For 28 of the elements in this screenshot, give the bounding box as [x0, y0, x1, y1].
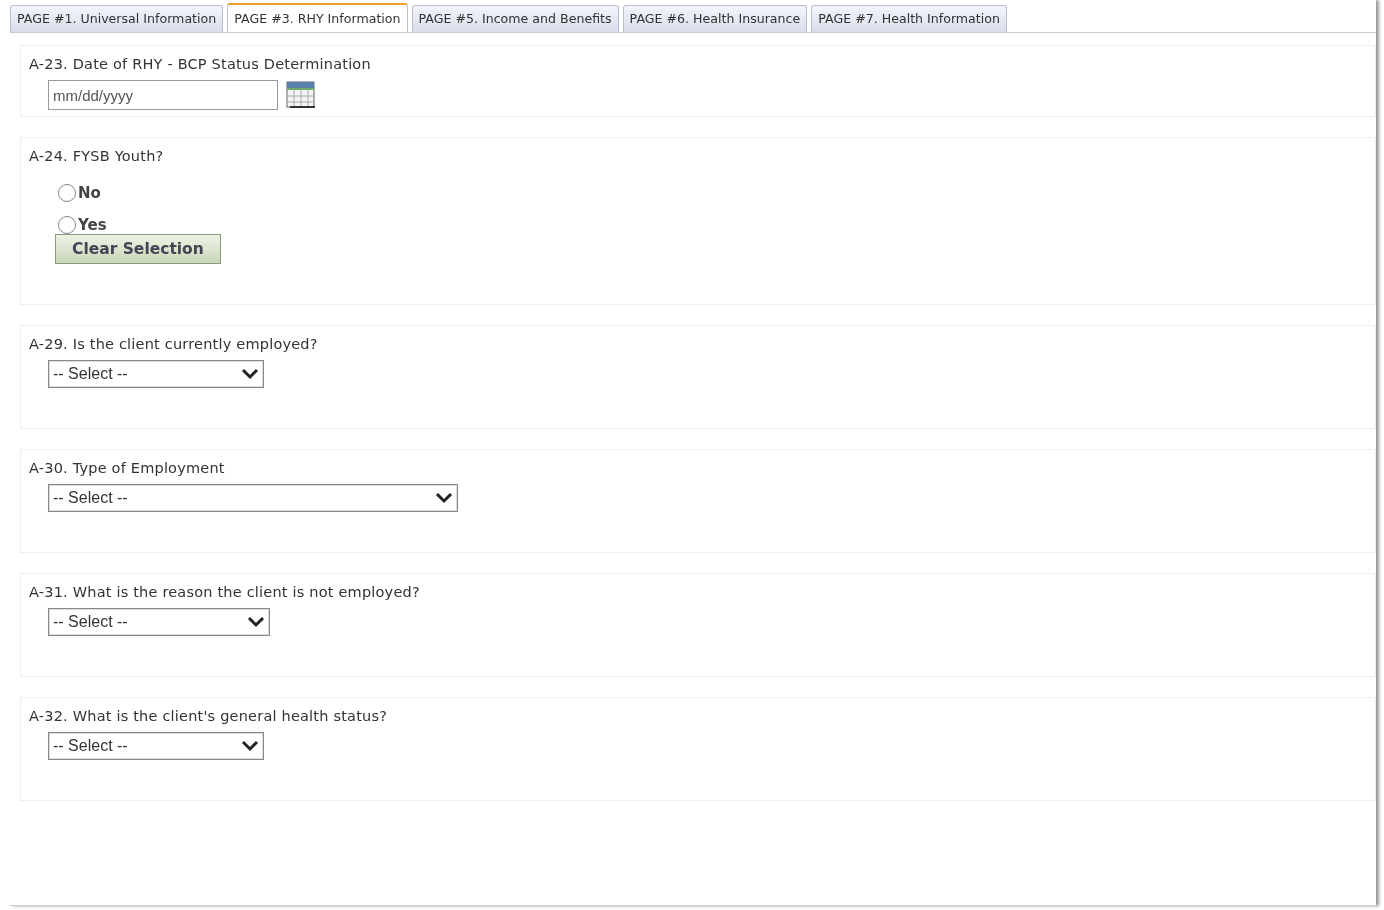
page-tab[interactable]: PAGE #6. Health Insurance: [622, 5, 808, 32]
radio-button[interactable]: [58, 184, 76, 202]
page-tab[interactable]: PAGE #5. Income and Benefits: [411, 5, 619, 32]
chevron-down-icon: [435, 492, 453, 504]
date-field[interactable]: mm/dd/yyyy: [48, 80, 278, 110]
calendar-icon[interactable]: [286, 81, 316, 109]
question-label: A-32. What is the client's general health status?: [29, 708, 388, 724]
question-label: A-23. Date of RHY - BCP Status Determination: [29, 56, 371, 72]
question-label: A-31. What is the reason the client is not employed?: [29, 584, 420, 600]
chevron-down-icon: [247, 616, 265, 628]
clear-selection-button[interactable]: Clear Selection: [55, 234, 221, 264]
radio-label: Yes: [78, 216, 107, 234]
radio-label: No: [78, 184, 101, 202]
question-label: A-29. Is the client currently employed?: [29, 336, 318, 352]
page-tab[interactable]: PAGE #3. RHY Information: [227, 3, 408, 32]
question-label: A-24. FYSB Youth?: [29, 148, 164, 164]
chevron-down-icon: [241, 368, 259, 380]
select-dropdown[interactable]: -- Select --: [48, 360, 264, 388]
radio-option[interactable]: Yes: [58, 216, 1367, 234]
radio-option[interactable]: No: [58, 184, 1367, 202]
question-label: A-30. Type of Employment: [29, 460, 225, 476]
page-tab[interactable]: PAGE #1. Universal Information: [10, 5, 224, 32]
select-dropdown[interactable]: -- Select --: [48, 732, 264, 760]
chevron-down-icon: [241, 740, 259, 752]
select-dropdown[interactable]: -- Select --: [48, 484, 458, 512]
page-tab[interactable]: PAGE #7. Health Information: [811, 5, 1007, 32]
select-dropdown[interactable]: -- Select --: [48, 608, 270, 636]
radio-button[interactable]: [58, 216, 76, 234]
